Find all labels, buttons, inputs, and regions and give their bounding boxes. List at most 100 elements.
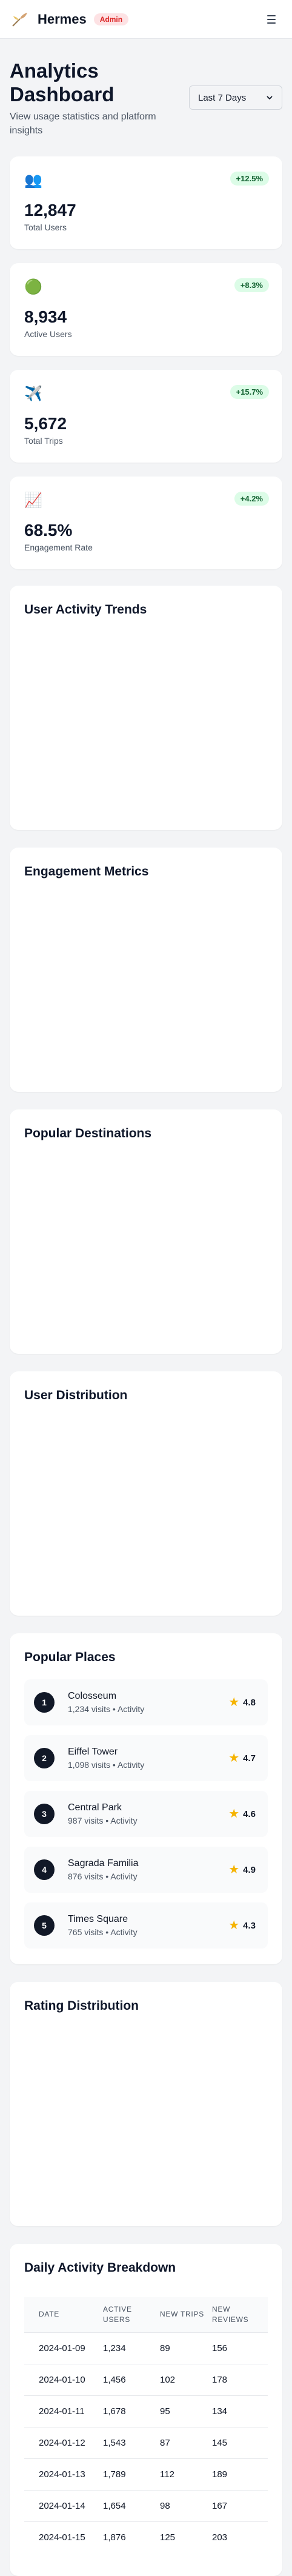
stat-value: 8,934 [24, 307, 67, 326]
daily-activity-card: Daily Activity Breakdown DATE ACTIVE USE… [10, 2244, 282, 2576]
table-row: 2024-01-14 1,654 98 167 [24, 2489, 268, 2521]
table-row: 2024-01-09 1,234 89 156 [24, 2332, 268, 2364]
page-subtitle: View usage statistics and platform insig… [10, 112, 156, 136]
logo-icon[interactable] [10, 10, 29, 29]
cell-active-users: 1,876 [103, 2521, 160, 2553]
stat-value: 12,847 [24, 201, 76, 219]
section-title: Engagement Metrics [24, 865, 149, 878]
place-name: Times Square [68, 1914, 128, 1924]
section-title: Daily Activity Breakdown [24, 2261, 176, 2275]
menu-icon[interactable] [263, 11, 280, 28]
table-row: 2024-01-13 1,789 112 189 [24, 2458, 268, 2490]
place-name: Sagrada Familia [68, 1858, 139, 1868]
place-item-central-park[interactable]: 3 Central Park 987 visits • Activity ★ 4.… [24, 1791, 268, 1837]
table-header-row: DATE ACTIVE USERS NEW TRIPS NEW REVIEWS [24, 2297, 268, 2332]
place-rating: 4.3 [243, 1920, 256, 1931]
cell-date: 2024-01-11 [24, 2395, 103, 2427]
cell-date: 2024-01-14 [24, 2489, 103, 2521]
cell-active-users: 1,456 [103, 2363, 160, 2395]
stat-card-engagement-rate: 📈 +4.2% 68.5% Engagement Rate [10, 477, 282, 569]
cell-new-reviews: 156 [212, 2332, 268, 2364]
place-item-eiffel-tower[interactable]: 2 Eiffel Tower 1,098 visits • Activity ★… [24, 1735, 268, 1781]
change-badge: +12.5% [230, 172, 269, 186]
place-name: Colosseum [68, 1691, 117, 1701]
rank-badge: 3 [34, 1804, 55, 1824]
chart-up-icon: 📈 [24, 492, 42, 509]
engagement-metrics-card: Engagement Metrics [10, 848, 282, 1092]
user-activity-trends-card: User Activity Trends [10, 586, 282, 830]
table-row: 2024-01-10 1,456 102 178 [24, 2363, 268, 2395]
column-header-active-users: ACTIVE USERS [103, 2297, 160, 2332]
column-header-new-reviews: NEW REVIEWS [212, 2297, 268, 2332]
place-meta: 765 visits • Activity [68, 1927, 138, 1937]
rank-badge: 4 [34, 1859, 55, 1880]
stat-label: Total Users [24, 222, 67, 232]
stat-card-active-users: 🟢 +8.3% 8,934 Active Users [10, 263, 282, 356]
table-row: 2024-01-15 1,876 125 203 [24, 2521, 268, 2553]
stat-value: 5,672 [24, 414, 67, 433]
place-item-times-square[interactable]: 5 Times Square 765 visits • Activity ★ 4.… [24, 1902, 268, 1949]
cell-date: 2024-01-13 [24, 2458, 103, 2490]
column-header-date: DATE [24, 2297, 103, 2332]
section-title: User Activity Trends [24, 603, 147, 617]
cell-new-reviews: 178 [212, 2363, 268, 2395]
place-item-sagrada-familia[interactable]: 4 Sagrada Familia 876 visits • Activity … [24, 1847, 268, 1893]
section-title: Popular Places [24, 1650, 116, 1664]
cell-active-users: 1,678 [103, 2395, 160, 2427]
star-icon: ★ [228, 1751, 240, 1765]
table-row: 2024-01-12 1,543 87 145 [24, 2426, 268, 2458]
stat-card-total-trips: ✈️ +15.7% 5,672 Total Trips [10, 370, 282, 463]
star-icon: ★ [228, 1696, 240, 1709]
place-item-colosseum[interactable]: 1 Colosseum 1,234 visits • Activity ★ 4.8 [24, 1679, 268, 1725]
cell-new-trips: 95 [160, 2395, 212, 2427]
stat-label: Engagement Rate [24, 543, 93, 552]
cell-active-users: 1,654 [103, 2489, 160, 2521]
cell-active-users: 1,789 [103, 2458, 160, 2490]
admin-badge: Admin [93, 13, 129, 25]
change-badge: +8.3% [234, 278, 269, 292]
section-title: Rating Distribution [24, 1999, 139, 2013]
cell-new-trips: 102 [160, 2363, 212, 2395]
page-title: Analytics Dashboard [10, 59, 114, 105]
stat-value: 68.5% [24, 521, 73, 540]
place-name: Eiffel Tower [68, 1747, 118, 1757]
cell-date: 2024-01-09 [24, 2332, 103, 2364]
place-meta: 987 visits • Activity [68, 1816, 138, 1825]
popular-destinations-card: Popular Destinations [10, 1109, 282, 1354]
stat-card-total-users: 👥 +12.5% 12,847 Total Users [10, 156, 282, 249]
page-header: Analytics Dashboard View usage statistic… [10, 59, 282, 138]
change-badge: +15.7% [230, 385, 269, 399]
popular-places-card: Popular Places 1 Colosseum 1,234 visits … [10, 1633, 282, 1964]
cell-date: 2024-01-15 [24, 2521, 103, 2553]
place-meta: 1,234 visits • Activity [68, 1704, 145, 1714]
cell-new-reviews: 145 [212, 2426, 268, 2458]
cell-new-trips: 112 [160, 2458, 212, 2490]
place-name: Central Park [68, 1802, 122, 1813]
place-rating: 4.9 [243, 1864, 256, 1875]
place-meta: 1,098 visits • Activity [68, 1760, 145, 1770]
user-distribution-card: User Distribution [10, 1371, 282, 1616]
cell-new-trips: 125 [160, 2521, 212, 2553]
change-badge: +4.2% [234, 492, 269, 506]
green-dot-icon: 🟢 [24, 279, 42, 295]
place-rating: 4.6 [243, 1808, 256, 1819]
cell-new-trips: 89 [160, 2332, 212, 2364]
stat-label: Active Users [24, 329, 72, 339]
cell-new-trips: 87 [160, 2426, 212, 2458]
cell-new-reviews: 134 [212, 2395, 268, 2427]
rank-badge: 1 [34, 1692, 55, 1713]
cell-new-reviews: 203 [212, 2521, 268, 2553]
period-select[interactable]: Last 7 Days [189, 85, 282, 110]
brand-name[interactable]: Hermes [38, 12, 87, 27]
daily-activity-table: DATE ACTIVE USERS NEW TRIPS NEW REVIEWS … [24, 2297, 268, 2553]
star-icon: ★ [228, 1807, 240, 1821]
section-title: User Distribution [24, 1388, 128, 1402]
rank-badge: 2 [34, 1748, 55, 1768]
cell-active-users: 1,234 [103, 2332, 160, 2364]
rank-badge: 5 [34, 1915, 55, 1936]
place-rating: 4.7 [243, 1753, 256, 1764]
cell-new-trips: 98 [160, 2489, 212, 2521]
section-title: Popular Destinations [24, 1126, 152, 1140]
chevron-down-icon [267, 96, 273, 100]
period-select-value: Last 7 Days [198, 92, 247, 103]
